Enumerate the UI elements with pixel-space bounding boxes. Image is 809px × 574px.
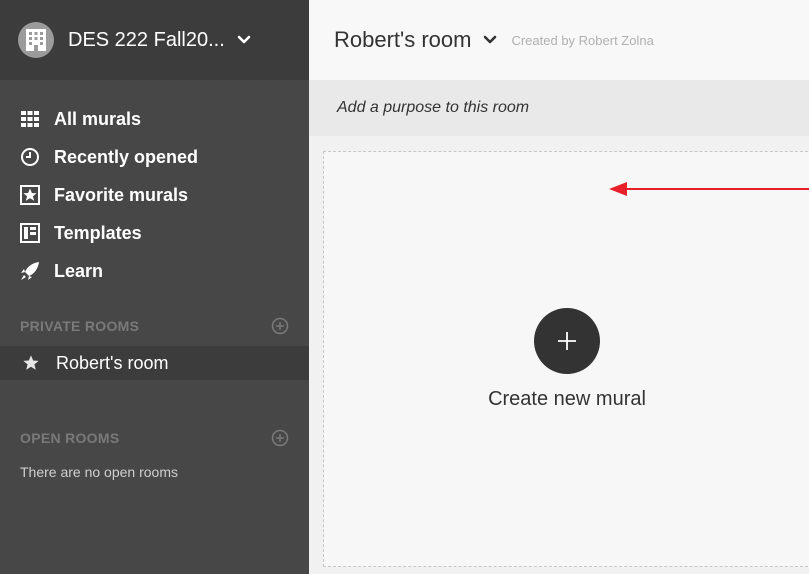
create-mural-label: Create new mural [488, 388, 646, 410]
star-box-icon [20, 185, 40, 205]
sidebar-item-favorite-murals[interactable]: Favorite murals [0, 176, 309, 214]
room-label: Robert's room [56, 352, 169, 373]
room-header: Robert's room Created by Robert Zolna [309, 0, 809, 80]
plus-icon [558, 332, 576, 350]
sidebar-item-templates[interactable]: Templates [0, 214, 309, 252]
sidebar-item-label: Recently opened [54, 146, 199, 167]
template-icon [20, 223, 40, 243]
sidebar-item-label: Templates [54, 222, 142, 243]
rocket-icon [20, 261, 40, 281]
sidebar-item-label: Learn [54, 260, 104, 281]
open-rooms-heading: OPEN ROOMS [20, 430, 120, 446]
sidebar-item-learn[interactable]: Learn [0, 252, 309, 290]
sidebar: DES 222 Fall20... All murals Recently op… [0, 0, 309, 574]
sidebar-item-recently-opened[interactable]: Recently opened [0, 138, 309, 176]
star-icon [22, 354, 40, 372]
sidebar-room-roberts-room[interactable]: Robert's room [0, 346, 309, 380]
create-mural-button[interactable] [534, 308, 600, 374]
sidebar-item-label: Favorite murals [54, 184, 189, 205]
room-title[interactable]: Robert's room [334, 27, 471, 53]
add-private-room-plus-circle-icon[interactable] [271, 317, 289, 335]
sidebar-nav: All murals Recently opened Favorite mura… [0, 80, 309, 290]
sidebar-item-label: All murals [54, 108, 142, 129]
room-chevron-down-icon[interactable] [483, 35, 497, 45]
grid-icon [20, 109, 40, 129]
room-created-by: Created by Robert Zolna [511, 32, 654, 48]
room-purpose-input[interactable]: Add a purpose to this room [309, 80, 809, 136]
sidebar-item-all-murals[interactable]: All murals [0, 100, 309, 138]
private-rooms-heading: PRIVATE ROOMS [20, 318, 140, 334]
private-rooms-header: PRIVATE ROOMS [0, 314, 309, 338]
main-area: Robert's room Created by Robert Zolna Ad… [309, 0, 809, 574]
clock-icon [20, 147, 40, 167]
workspace-chevron-down-icon[interactable] [237, 35, 251, 45]
open-rooms-empty-text: There are no open rooms [20, 464, 178, 480]
annotation-arrow-icon [609, 182, 809, 196]
workspace-name: DES 222 Fall20... [68, 28, 225, 51]
open-rooms-header: OPEN ROOMS [0, 426, 309, 450]
workspace-building-icon [18, 22, 54, 58]
create-mural-card[interactable]: Create new mural [323, 151, 809, 567]
add-open-room-plus-circle-icon[interactable] [271, 429, 289, 447]
workspace-header[interactable]: DES 222 Fall20... [0, 0, 309, 80]
